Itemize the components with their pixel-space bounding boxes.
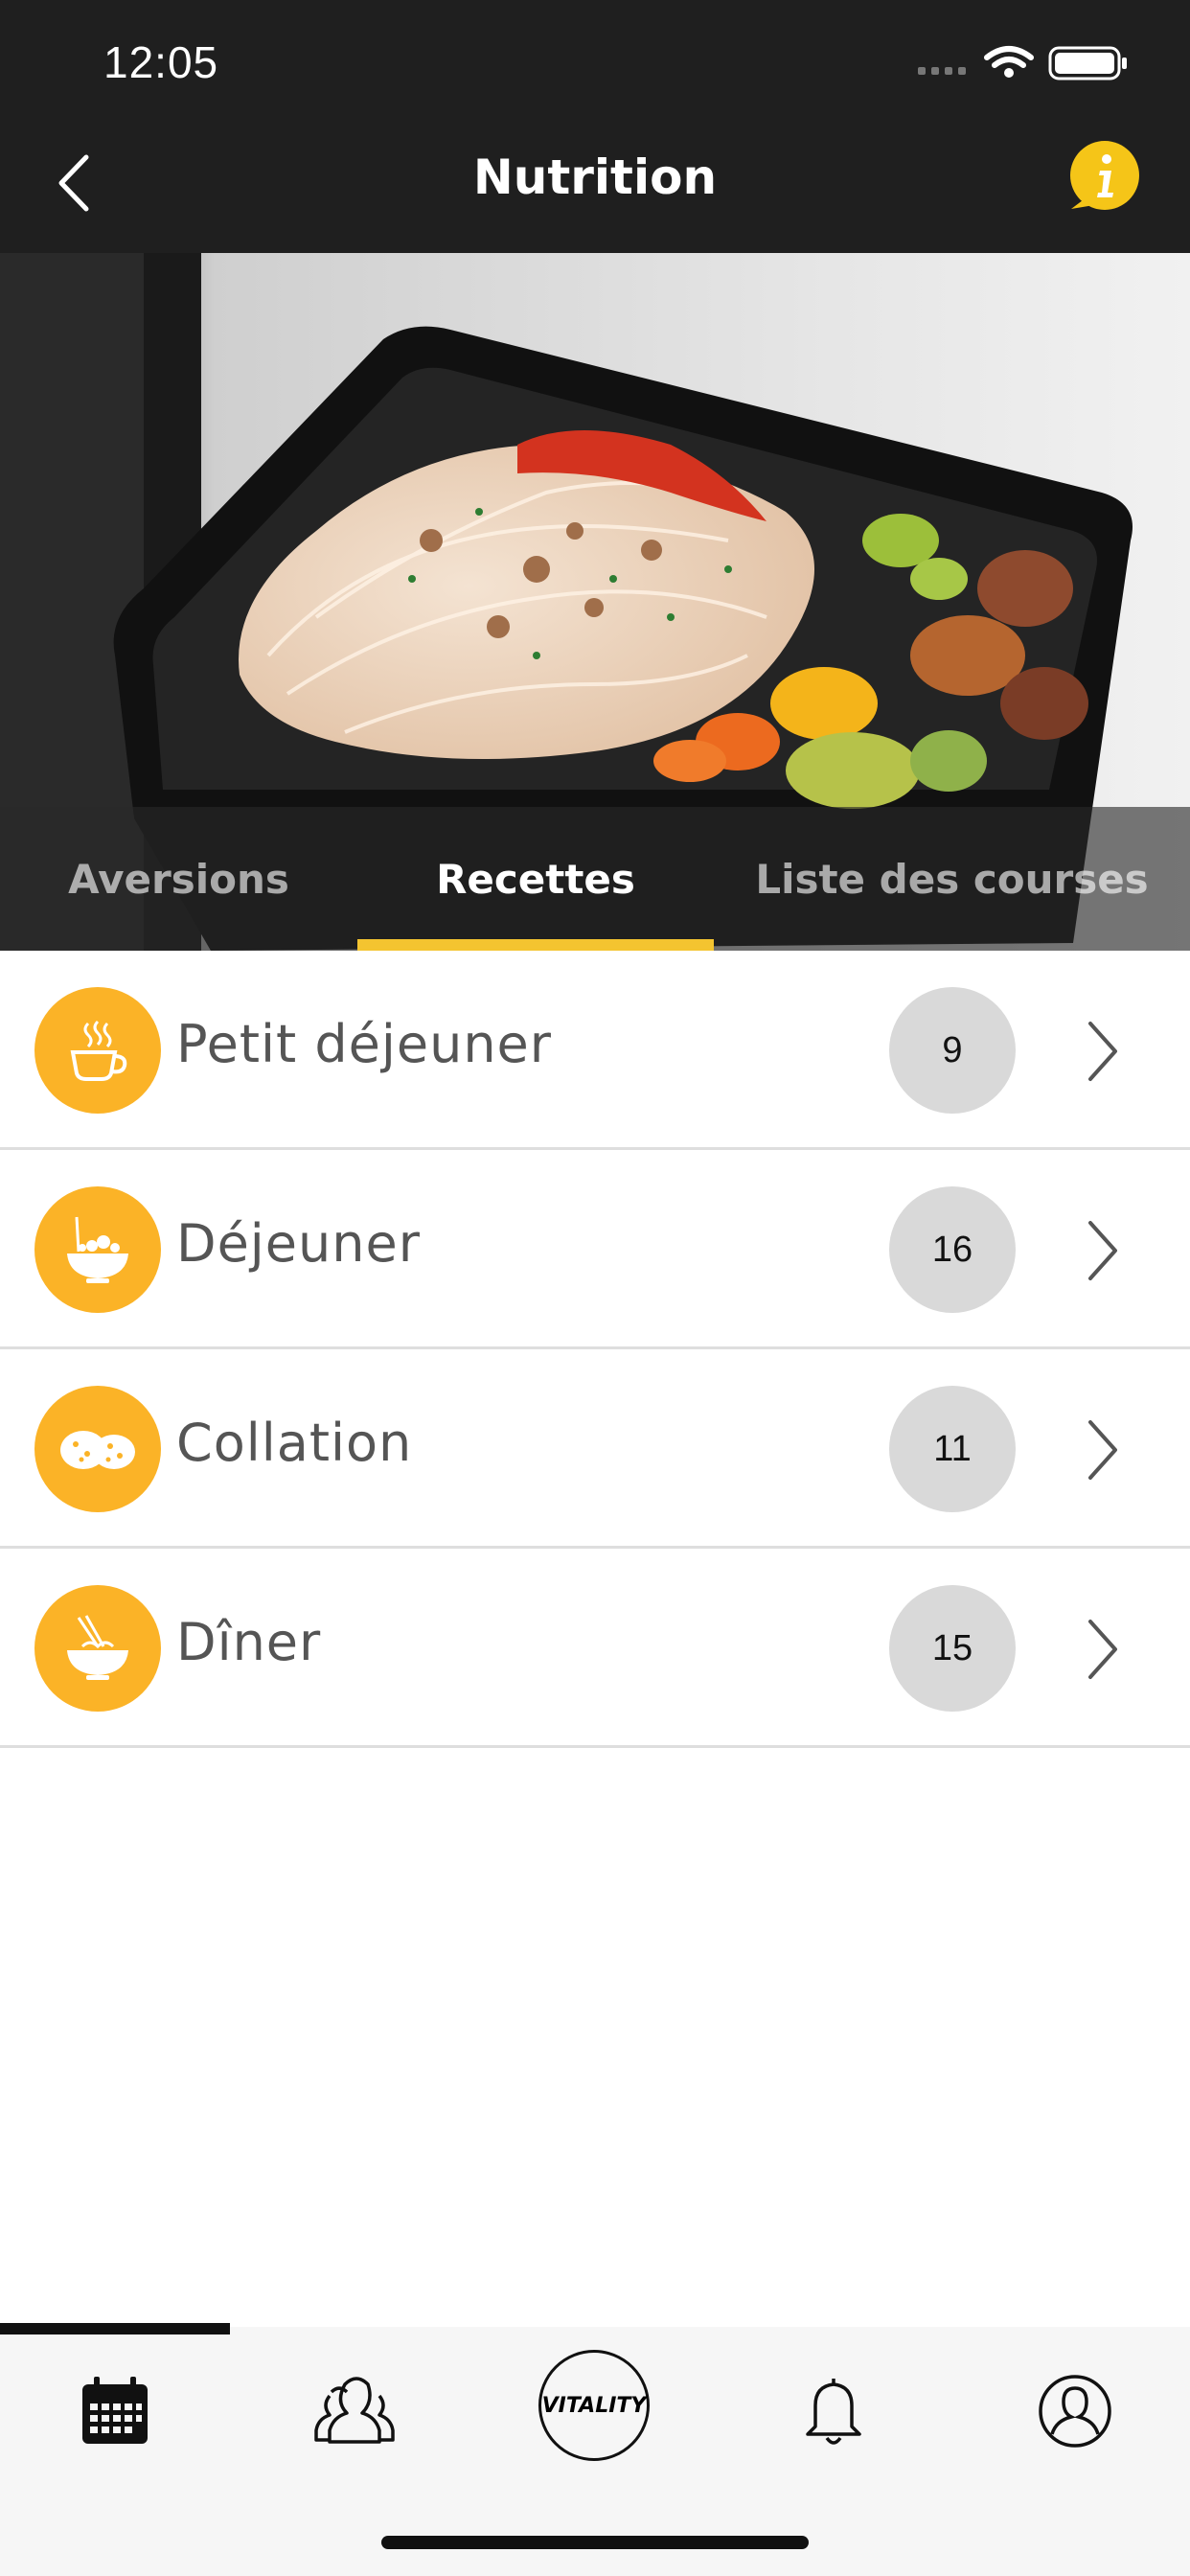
selected-tab-indicator [0,2323,230,2334]
chevron-right-icon [1088,1420,1117,1480]
category-row-petit-dejeuner[interactable]: Petit déjeuner 9 [0,951,1190,1150]
count-badge: 11 [889,1386,1016,1512]
tab-aversions[interactable]: Aversions [0,807,357,951]
profile-icon [1039,2375,1111,2448]
tab-liste-des-courses[interactable]: Liste des courses [714,807,1190,951]
navigation-bar: Nutrition [0,115,1190,253]
active-tab-underline [357,939,714,951]
chevron-right-icon [1088,1620,1117,1679]
info-chat-icon[interactable] [1065,140,1140,220]
category-row-diner[interactable]: Dîner 15 [0,1549,1190,1748]
recipe-category-list: Petit déjeuner 9 Déjeuner 16 Collation 1… [0,951,1190,1748]
cookies-icon [34,1386,161,1512]
segment-tabs: Aversions Recettes Liste des courses [0,807,1190,951]
calendar-icon [82,2377,148,2444]
battery-icon [1048,46,1127,80]
category-label: Petit déjeuner [176,1014,552,1074]
notifications-tab[interactable] [776,2363,891,2459]
count-badge: 9 [889,987,1016,1114]
bell-icon [806,2379,861,2445]
calendar-tab[interactable] [57,2363,172,2459]
home-indicator [381,2536,809,2549]
profile-tab[interactable] [1018,2363,1133,2459]
category-label: Déjeuner [176,1213,421,1274]
count-badge: 15 [889,1585,1016,1712]
tab-recettes[interactable]: Recettes [357,807,714,951]
vitality-logo[interactable]: VITALITY [538,2350,650,2461]
status-time: 12:05 [103,37,219,87]
category-row-collation[interactable]: Collation 11 [0,1349,1190,1549]
status-bar: 12:05 [0,0,1190,115]
category-label: Dîner [176,1612,322,1672]
page-title: Nutrition [472,150,718,205]
group-icon [314,2377,395,2444]
status-icons [918,46,1127,80]
chevron-right-icon [1088,1221,1117,1280]
chevron-right-icon [1088,1022,1117,1081]
count-badge: 16 [889,1186,1016,1313]
noodle-bowl-icon [34,1585,161,1712]
signal-icon [918,67,966,75]
category-row-dejeuner[interactable]: Déjeuner 16 [0,1150,1190,1349]
salad-bowl-icon [34,1186,161,1313]
community-tab[interactable] [297,2363,412,2459]
category-label: Collation [176,1413,413,1473]
wifi-icon [984,46,1034,68]
coffee-cup-icon [34,987,161,1114]
